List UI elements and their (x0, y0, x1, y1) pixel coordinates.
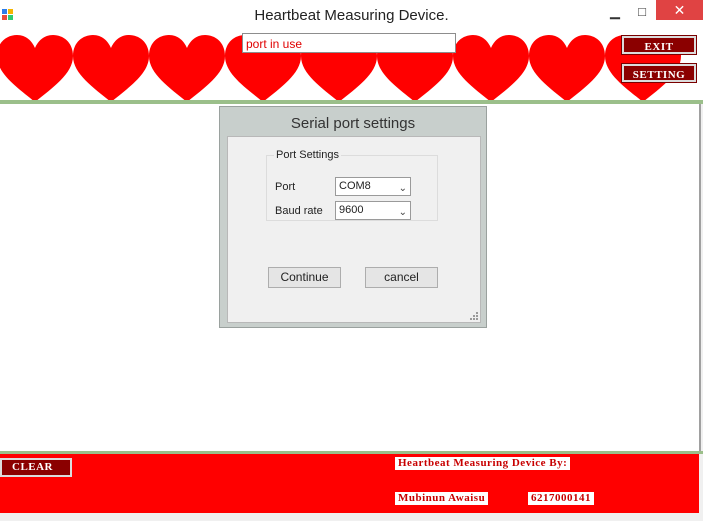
clear-button[interactable]: CLEAR (0, 458, 72, 477)
heart-icon (149, 35, 225, 102)
title-bar: Heartbeat Measuring Device. ▁ □ ✕ (0, 0, 703, 32)
footer-panel (0, 454, 699, 513)
baud-rate-label: Baud rate (275, 205, 323, 217)
heart-icon (453, 35, 529, 102)
serial-port-dialog: Serial port settings Port Settings Port … (219, 106, 487, 328)
port-label: Port (275, 181, 296, 193)
heart-icon (73, 35, 149, 102)
author-name: Mubinun Awaisu (395, 492, 489, 505)
group-label: Port Settings (274, 149, 341, 161)
author-id: 6217000141 (528, 492, 594, 505)
baud-rate-select-value: 9600 (339, 204, 364, 216)
heart-icon (0, 35, 73, 102)
dialog-body: Port Settings Port COM8 ⌄ Baud rate 9600… (227, 136, 481, 323)
continue-button[interactable]: Continue (268, 267, 341, 288)
close-button[interactable]: ✕ (656, 0, 703, 20)
baud-rate-select[interactable]: 9600 ⌄ (335, 201, 411, 220)
credit-heading: Heartbeat Measuring Device By: (395, 457, 571, 470)
setting-button[interactable]: SETTING (621, 63, 697, 83)
dialog-title: Serial port settings (290, 115, 416, 132)
port-select[interactable]: COM8 ⌄ (335, 177, 411, 196)
minimize-button[interactable]: ▁ (602, 3, 628, 21)
resize-grip-icon[interactable] (470, 312, 478, 320)
status-textbox[interactable]: port in use (242, 33, 456, 53)
window-bottom-edge (0, 513, 703, 521)
maximize-button[interactable]: □ (629, 3, 655, 21)
exit-button[interactable]: EXIT (621, 35, 697, 55)
chevron-down-icon: ⌄ (398, 207, 407, 218)
port-select-value: COM8 (339, 180, 371, 192)
chevron-down-icon: ⌄ (398, 183, 407, 194)
window-title: Heartbeat Measuring Device. (254, 7, 449, 24)
heart-icon (529, 35, 605, 102)
cancel-button[interactable]: cancel (365, 267, 438, 288)
